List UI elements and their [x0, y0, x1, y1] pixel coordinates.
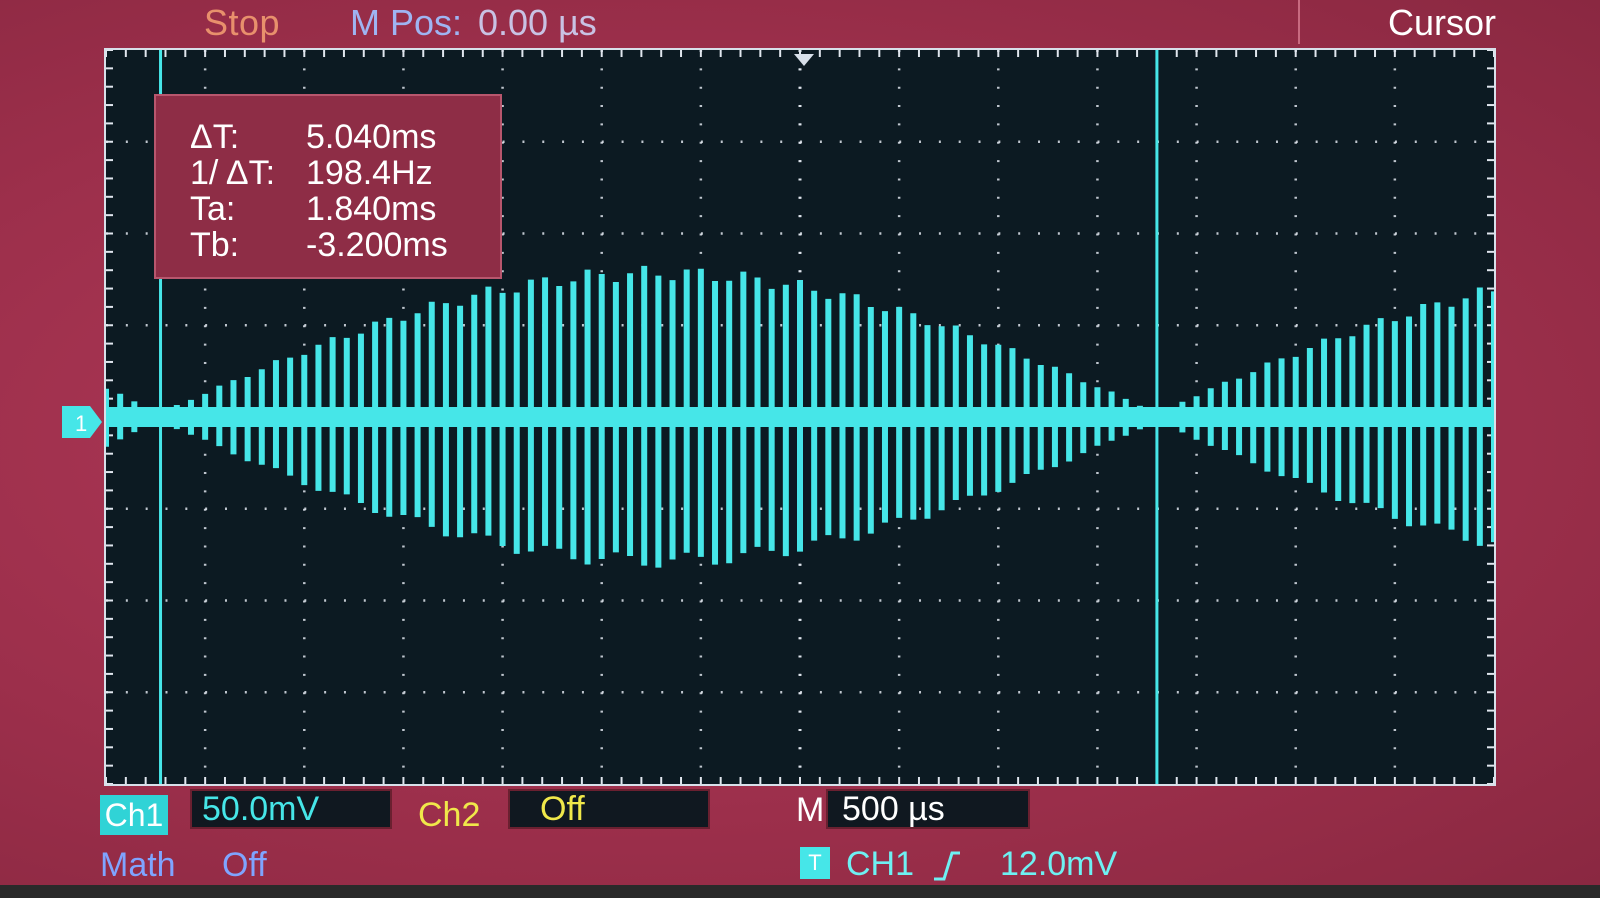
ch1-scale-readout: 50.0mV	[190, 789, 392, 829]
cursor-row-frequency: 1/ ΔT: 198.4Hz	[156, 154, 504, 192]
screen-bottom-edge	[0, 885, 1600, 898]
delta-t-value: 5.040ms	[306, 118, 437, 156]
top-status-bar: Stop M Pos: 0.00 µs Cursor	[0, 0, 1600, 46]
math-channel-state: Off	[222, 846, 267, 884]
run-state-indicator: Stop	[204, 2, 281, 43]
menu-title-cursor[interactable]: Cursor	[1388, 2, 1496, 44]
horizontal-position-value: 0.00 µs	[478, 2, 597, 43]
cursor-row-ta: Ta: 1.840ms	[156, 190, 504, 228]
ch2-tag[interactable]: Ch2	[418, 796, 480, 835]
rising-edge-icon	[934, 851, 960, 881]
math-channel-label[interactable]: Math	[100, 846, 176, 885]
inverse-delta-t-label: 1/ ΔT:	[190, 154, 276, 192]
ta-label: Ta:	[190, 190, 236, 228]
trigger-position-marker[interactable]	[792, 52, 816, 68]
trigger-icon: T	[800, 847, 830, 879]
ch1-tag[interactable]: Ch1	[100, 795, 168, 835]
tb-label: Tb:	[190, 226, 240, 264]
trigger-level: 12.0mV	[1000, 845, 1118, 883]
delta-t-label: ΔT:	[190, 118, 240, 156]
channel1-ground-marker[interactable]: 1	[62, 406, 102, 438]
menu-divider	[1298, 0, 1300, 44]
channel1-marker-shape: 1	[62, 406, 102, 438]
timebase-readout: 500 µs	[826, 789, 1030, 829]
tb-value: -3.200ms	[306, 226, 448, 264]
ta-value: 1.840ms	[306, 190, 437, 228]
timebase-prefix: M	[796, 791, 825, 829]
inverse-delta-t-value: 198.4Hz	[306, 154, 433, 192]
cursor-row-tb: Tb: -3.200ms	[156, 226, 504, 264]
ch2-scale-readout: Off	[508, 789, 710, 829]
channel1-marker-label: 1	[75, 411, 87, 436]
horizontal-position-label: M Pos:	[350, 2, 463, 43]
trigger-source: CH1	[846, 845, 915, 883]
cursor-readout-panel: ΔT: 5.040ms 1/ ΔT: 198.4Hz Ta: 1.840ms T…	[154, 94, 502, 279]
cursor-row-delta-t: ΔT: 5.040ms	[156, 118, 504, 156]
